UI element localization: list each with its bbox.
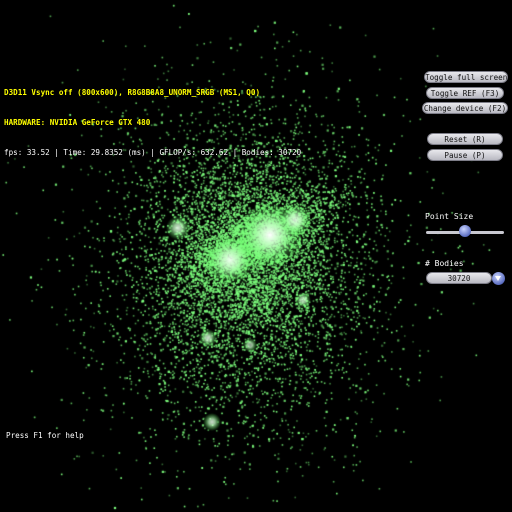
point-size-slider-thumb[interactable] bbox=[459, 225, 471, 237]
bodies-label: # Bodies bbox=[425, 259, 464, 268]
perf-stats: fps: 33.52 | Time: 29.8352 (ms) | GFLOP/… bbox=[4, 148, 302, 157]
help-hint: Press F1 for help bbox=[6, 431, 84, 440]
device-info: D3D11 Vsync off (800x600), R8G8B8A8_UNOR… bbox=[4, 88, 261, 97]
pause-button[interactable]: Pause (P) bbox=[427, 149, 503, 161]
chevron-down-icon[interactable] bbox=[492, 272, 505, 285]
point-size-label: Point Size bbox=[425, 212, 474, 221]
reset-button[interactable]: Reset (R) bbox=[427, 133, 503, 145]
toggle-ref-button[interactable]: Toggle REF (F3) bbox=[426, 87, 504, 99]
hardware-info: HARDWARE: NVIDIA GeForce GTX 480 bbox=[4, 118, 151, 127]
stats-overlay: D3D11 Vsync off (800x600), R8G8B8A8_UNOR… bbox=[4, 68, 301, 168]
toggle-full-screen-button[interactable]: Toggle full screen bbox=[424, 71, 508, 83]
bodies-dropdown[interactable]: 30720 bbox=[426, 272, 492, 284]
change-device-button[interactable]: Change device (F2) bbox=[422, 102, 508, 114]
